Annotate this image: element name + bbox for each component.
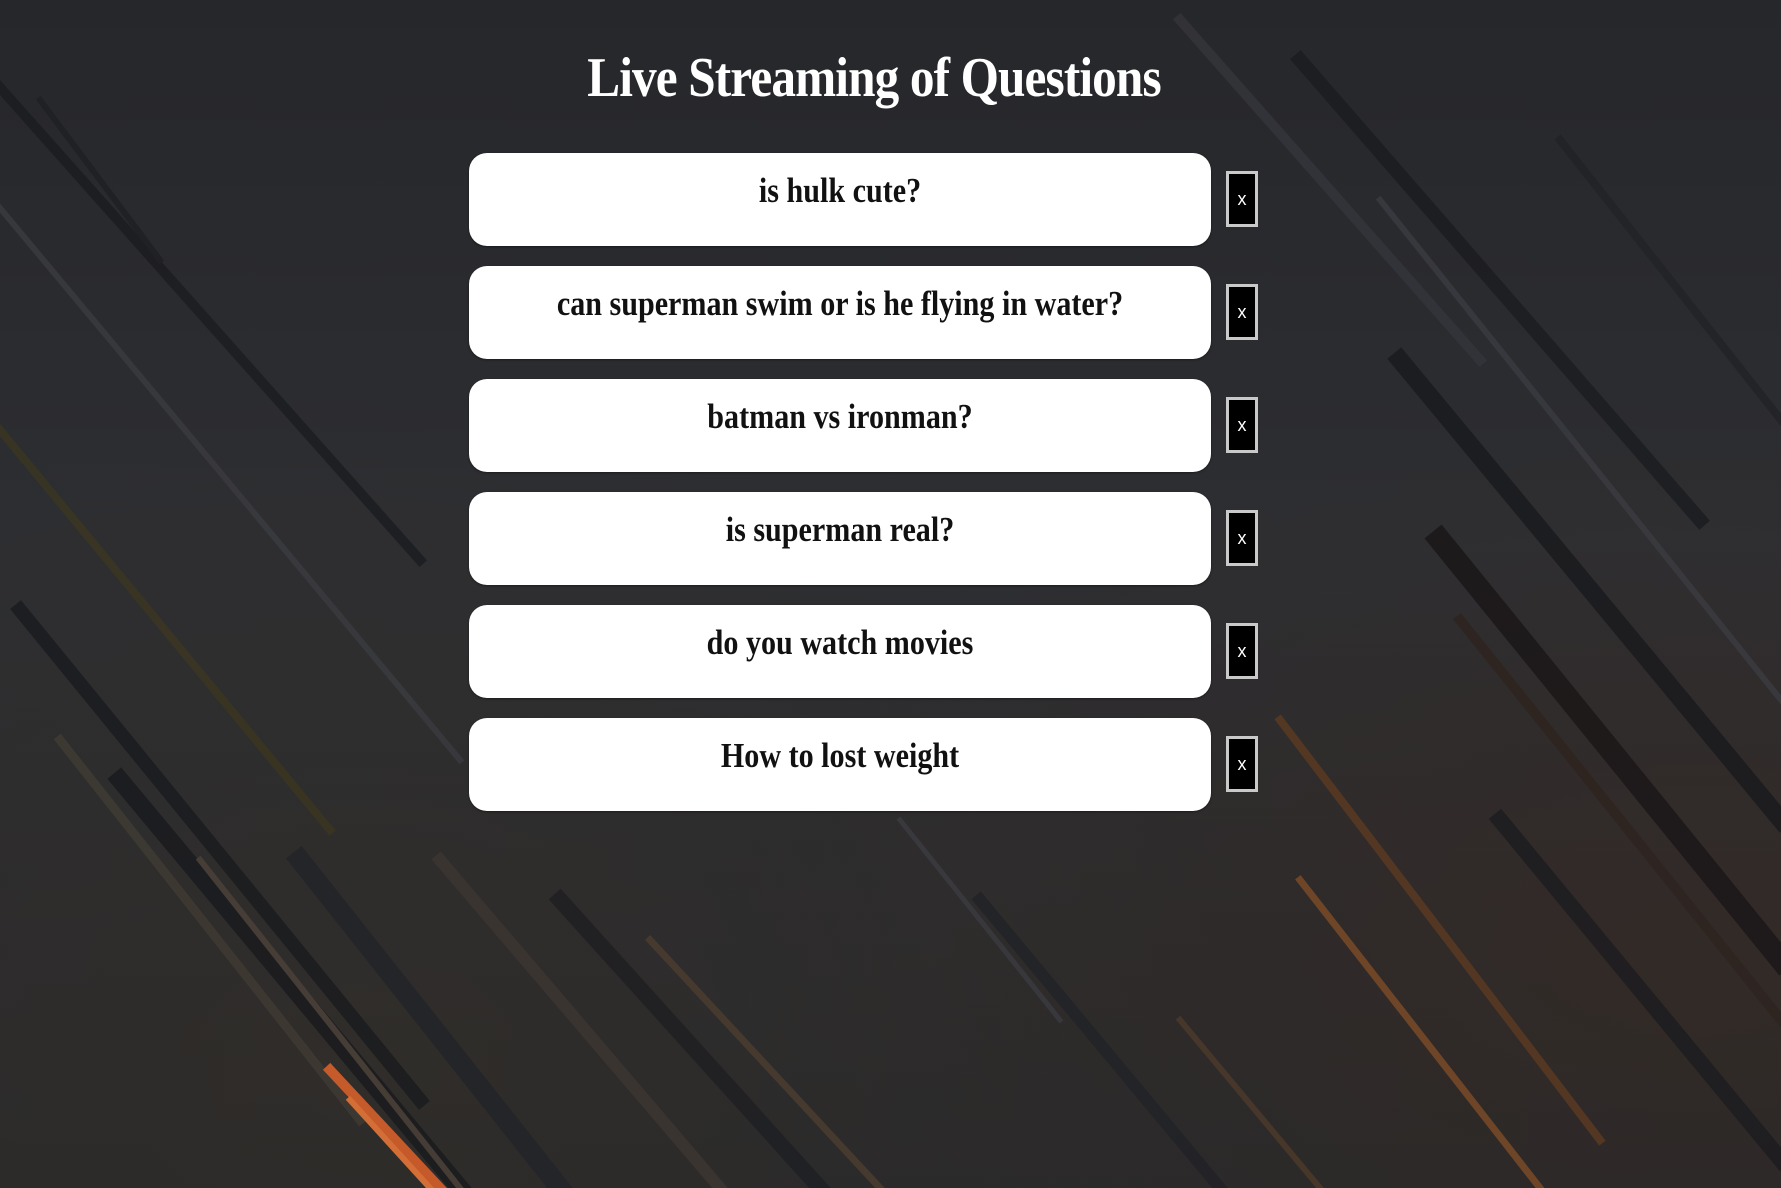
question-row: can superman swim or is he flying in wat…	[469, 266, 1259, 361]
question-text: How to lost weight	[720, 736, 960, 775]
delete-question-button[interactable]: x	[1226, 623, 1258, 679]
question-card: is superman real?	[469, 492, 1211, 585]
question-row: batman vs ironman? x	[469, 379, 1259, 474]
question-card: batman vs ironman?	[469, 379, 1211, 472]
delete-question-button[interactable]: x	[1226, 397, 1258, 453]
question-text: do you watch movies	[706, 623, 974, 662]
question-row: How to lost weight x	[469, 718, 1259, 813]
question-row: is hulk cute? x	[469, 153, 1259, 248]
question-card: is hulk cute?	[469, 153, 1211, 246]
question-text: is superman real?	[725, 510, 955, 549]
question-card: How to lost weight	[469, 718, 1211, 811]
question-row: do you watch movies x	[469, 605, 1259, 700]
delete-question-button[interactable]: x	[1226, 171, 1258, 227]
delete-question-button[interactable]: x	[1226, 284, 1258, 340]
delete-question-button[interactable]: x	[1226, 510, 1258, 566]
question-text: can superman swim or is he flying in wat…	[556, 284, 1124, 323]
question-card: do you watch movies	[469, 605, 1211, 698]
question-text: batman vs ironman?	[707, 397, 973, 436]
question-card: can superman swim or is he flying in wat…	[469, 266, 1211, 359]
page-title: Live Streaming of Questions	[587, 47, 1161, 109]
question-row: is superman real? x	[469, 492, 1259, 587]
question-text: is hulk cute?	[758, 171, 922, 210]
question-list: is hulk cute? x can superman swim or is …	[469, 153, 1259, 831]
delete-question-button[interactable]: x	[1226, 736, 1258, 792]
